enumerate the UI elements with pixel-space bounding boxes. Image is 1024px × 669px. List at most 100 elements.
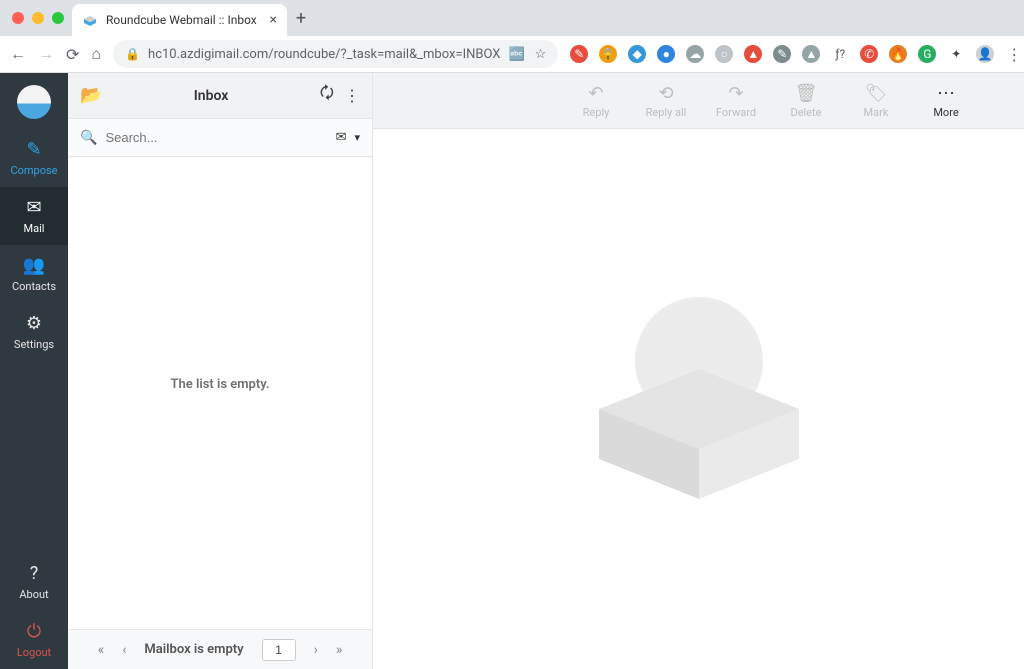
address-bar: ← → ⟳ ⌂ 🔒 hc10.azdigimail.com/roundcube/… bbox=[0, 36, 1024, 72]
forward-icon: ↷ bbox=[728, 83, 743, 104]
reply-all-icon: ⟲ bbox=[658, 83, 673, 104]
forward-button[interactable]: ↷ Forward bbox=[713, 83, 759, 119]
trash-icon: 🗑 bbox=[795, 83, 818, 104]
mark-button[interactable]: 🏷 Mark bbox=[853, 83, 899, 119]
nav-label: Logout bbox=[17, 646, 51, 659]
nav-label: Mail bbox=[24, 222, 45, 235]
more-icon: ⋯ bbox=[937, 83, 955, 104]
delete-button[interactable]: 🗑 Delete bbox=[783, 83, 829, 119]
extensions-row: ✎ 🔒 ◆ ● ☁ ○ ▲ ✎ ▲ ƒ? ✆ 🔥 G ✦ 👤 ⋮ bbox=[570, 45, 1023, 64]
new-tab-button[interactable]: + bbox=[287, 8, 315, 29]
message-list-body: The list is empty. bbox=[68, 157, 372, 629]
browser-chrome: Roundcube Webmail :: Inbox × + ← → ⟳ ⌂ 🔒… bbox=[0, 0, 1024, 73]
reply-button[interactable]: ↶ Reply bbox=[573, 83, 619, 119]
list-header: 📂 Inbox 🗘 ⋮ bbox=[68, 73, 372, 119]
reload-button[interactable]: ⟳ bbox=[66, 45, 79, 64]
window-maximize[interactable] bbox=[52, 12, 64, 24]
browser-tab[interactable]: Roundcube Webmail :: Inbox × bbox=[72, 4, 287, 36]
extension-icon[interactable]: ○ bbox=[715, 45, 733, 63]
message-list-panel: 📂 Inbox 🗘 ⋮ 🔍 ✉ ▾ The list is empty. « ‹… bbox=[68, 73, 373, 669]
url-input[interactable]: 🔒 hc10.azdigimail.com/roundcube/?_task=m… bbox=[113, 40, 558, 68]
reading-pane-body bbox=[373, 129, 1024, 669]
nav-logout[interactable]: ⏻ Logout bbox=[0, 611, 68, 669]
search-scope-icon[interactable]: ✉ bbox=[336, 130, 347, 145]
extension-icon[interactable]: ✎ bbox=[570, 45, 588, 63]
search-icon: 🔍 bbox=[80, 130, 97, 146]
message-toolbar: ↶ Reply ⟲ Reply all ↷ Forward 🗑 Delete 🏷… bbox=[373, 73, 1024, 129]
tab-bar: Roundcube Webmail :: Inbox × + bbox=[0, 0, 1024, 36]
contacts-icon: 👥 bbox=[0, 255, 68, 276]
nav-rail: ✎ Compose ✉ Mail 👥 Contacts ⚙ Settings ?… bbox=[0, 73, 68, 669]
more-button[interactable]: ⋯ More bbox=[923, 83, 969, 119]
reply-icon: ↶ bbox=[588, 83, 603, 104]
gear-icon: ⚙ bbox=[0, 313, 68, 334]
tag-icon: 🏷 bbox=[865, 83, 888, 104]
nav-label: Settings bbox=[14, 338, 54, 351]
nav-mail[interactable]: ✉ Mail bbox=[0, 187, 68, 245]
reply-all-button[interactable]: ⟲ Reply all bbox=[643, 83, 689, 119]
browser-menu-icon[interactable]: ⋮ bbox=[1005, 45, 1023, 64]
list-footer: « ‹ Mailbox is empty › » bbox=[68, 629, 372, 669]
forward-button[interactable]: → bbox=[38, 44, 54, 64]
nav-label: Contacts bbox=[12, 280, 56, 293]
url-text: hc10.azdigimail.com/roundcube/?_task=mai… bbox=[148, 47, 500, 62]
nav-settings[interactable]: ⚙ Settings bbox=[0, 303, 68, 361]
extension-icon[interactable]: ✆ bbox=[860, 45, 878, 63]
nav-label: Compose bbox=[10, 164, 57, 177]
toolbar-label: Delete bbox=[791, 106, 822, 119]
favicon-icon bbox=[82, 12, 98, 28]
extension-icon[interactable]: ◆ bbox=[628, 45, 646, 63]
extension-icon[interactable]: G bbox=[918, 45, 936, 63]
extension-icon[interactable]: ▲ bbox=[802, 45, 820, 63]
empty-placeholder-icon bbox=[569, 289, 829, 509]
toolbar-label: Reply all bbox=[646, 106, 687, 119]
window-minimize[interactable] bbox=[32, 12, 44, 24]
extension-icon[interactable]: ✎ bbox=[773, 45, 791, 63]
tab-close-icon[interactable]: × bbox=[270, 12, 277, 28]
first-page-button[interactable]: « bbox=[98, 642, 105, 658]
star-icon[interactable]: ☆ bbox=[535, 47, 547, 62]
power-icon: ⏻ bbox=[0, 621, 68, 642]
extension-icon[interactable]: ▲ bbox=[744, 45, 762, 63]
compose-icon: ✎ bbox=[0, 139, 68, 160]
toolbar-label: Reply bbox=[583, 106, 610, 119]
chevron-down-icon[interactable]: ▾ bbox=[354, 131, 360, 144]
next-page-button[interactable]: › bbox=[314, 642, 318, 658]
mail-icon: ✉ bbox=[0, 197, 68, 218]
translate-icon[interactable]: 🔤 bbox=[508, 47, 524, 62]
refresh-button[interactable]: 🗘 bbox=[320, 82, 334, 109]
prev-page-button[interactable]: ‹ bbox=[122, 642, 126, 658]
lock-icon: 🔒 bbox=[125, 47, 140, 61]
reading-pane: ↶ Reply ⟲ Reply all ↷ Forward 🗑 Delete 🏷… bbox=[373, 73, 1024, 669]
nav-about[interactable]: ? About bbox=[0, 553, 68, 611]
toolbar-label: More bbox=[933, 106, 958, 119]
extension-icon[interactable]: 🔒 bbox=[599, 45, 617, 63]
search-row: 🔍 ✉ ▾ bbox=[68, 119, 372, 157]
webmail-app: ✎ Compose ✉ Mail 👥 Contacts ⚙ Settings ?… bbox=[0, 73, 1024, 669]
question-icon: ? bbox=[0, 563, 68, 584]
back-button[interactable]: ← bbox=[10, 44, 26, 64]
toolbar-label: Forward bbox=[716, 106, 756, 119]
nav-contacts[interactable]: 👥 Contacts bbox=[0, 245, 68, 303]
extension-icon[interactable]: 🔥 bbox=[889, 45, 907, 63]
mailbox-status: Mailbox is empty bbox=[144, 642, 243, 657]
extension-icon[interactable]: ● bbox=[657, 45, 675, 63]
empty-text: The list is empty. bbox=[170, 377, 269, 392]
folder-icon[interactable]: 📂 bbox=[80, 85, 102, 106]
page-number-input[interactable] bbox=[262, 639, 296, 661]
nav-compose[interactable]: ✎ Compose bbox=[0, 129, 68, 187]
user-avatar[interactable] bbox=[17, 85, 51, 119]
search-input[interactable] bbox=[105, 130, 327, 145]
list-menu-button[interactable]: ⋮ bbox=[344, 86, 360, 105]
last-page-button[interactable]: » bbox=[336, 642, 343, 658]
home-button[interactable]: ⌂ bbox=[91, 44, 101, 64]
extension-icon[interactable]: ƒ? bbox=[831, 45, 849, 63]
toolbar-label: Mark bbox=[864, 106, 889, 119]
extensions-menu-icon[interactable]: ✦ bbox=[947, 45, 965, 63]
extension-icon[interactable]: ☁ bbox=[686, 45, 704, 63]
profile-avatar[interactable]: 👤 bbox=[976, 45, 994, 63]
folder-title: Inbox bbox=[112, 88, 309, 104]
window-controls bbox=[12, 12, 64, 24]
window-close[interactable] bbox=[12, 12, 24, 24]
tab-title: Roundcube Webmail :: Inbox bbox=[106, 13, 262, 27]
